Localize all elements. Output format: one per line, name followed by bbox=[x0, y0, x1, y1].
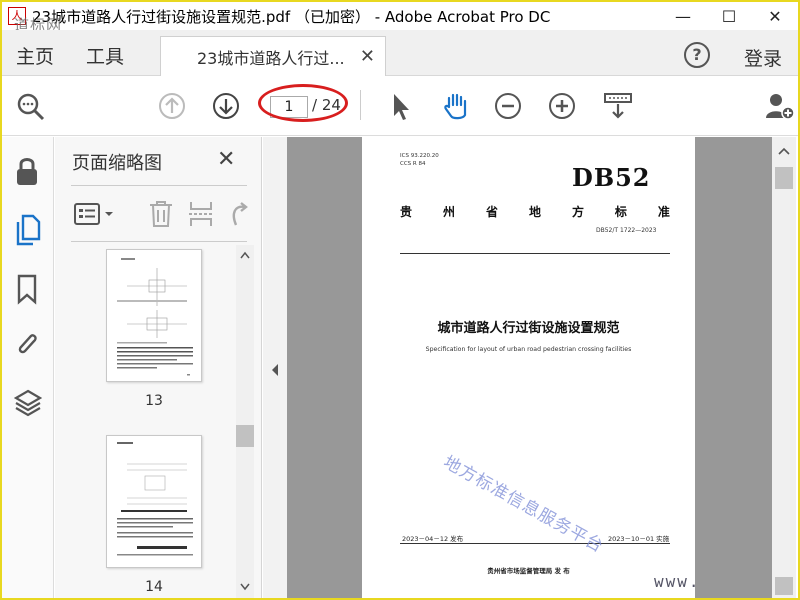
page-thumbnails-icon[interactable] bbox=[14, 213, 42, 247]
panel-divider bbox=[71, 241, 247, 242]
scrollbar-thumb[interactable] bbox=[775, 167, 793, 189]
window-title: 23城市道路人行过街设施设置规范.pdf （已加密） - Adobe Acrob… bbox=[32, 7, 551, 26]
rotate-icon[interactable] bbox=[227, 199, 251, 229]
thumbnail-page-label: 13 bbox=[145, 393, 163, 409]
heading-char: 准 bbox=[657, 205, 670, 219]
login-button[interactable]: 登录 bbox=[744, 44, 782, 71]
document-subtitle: Specification for layout of urban road p… bbox=[425, 346, 632, 353]
left-icon-strip bbox=[2, 137, 54, 598]
issuer: 贵州省市场监督管理局 发 布 bbox=[487, 567, 570, 575]
heading-char: 贵 bbox=[400, 205, 413, 219]
hand-tool-icon[interactable] bbox=[440, 90, 472, 122]
page-thumbnail[interactable] bbox=[106, 249, 202, 382]
close-window-button[interactable]: ✕ bbox=[752, 2, 798, 30]
province-standard-heading: 贵 州 省 地 方 标 准 bbox=[400, 203, 670, 220]
scroll-mode-icon[interactable] bbox=[602, 90, 634, 122]
layers-icon[interactable] bbox=[14, 387, 42, 419]
previous-page-icon[interactable] bbox=[158, 92, 186, 120]
page-rule bbox=[400, 253, 670, 254]
tab-tools[interactable]: 工具 bbox=[86, 42, 124, 69]
document-scrollbar[interactable] bbox=[772, 137, 796, 598]
tab-close-icon[interactable]: ✕ bbox=[360, 46, 375, 67]
page-thumbnail[interactable] bbox=[106, 435, 202, 568]
heading-char: 地 bbox=[528, 205, 541, 219]
panel-divider bbox=[71, 185, 247, 186]
tab-home[interactable]: 主页 bbox=[16, 42, 54, 69]
thumbnail-content bbox=[117, 258, 193, 376]
implement-date: 2023－10－01 实施 bbox=[608, 535, 670, 543]
maximize-button[interactable]: ☐ bbox=[706, 2, 752, 30]
zoom-out-icon[interactable] bbox=[494, 92, 522, 120]
extract-page-icon[interactable] bbox=[187, 199, 215, 229]
thumbnail-scrollbar[interactable] bbox=[236, 245, 254, 598]
ics-code: ICS 93.220.20 bbox=[400, 153, 439, 159]
search-icon[interactable] bbox=[16, 92, 46, 122]
red-highlight-ellipse bbox=[258, 84, 348, 122]
delete-icon[interactable] bbox=[147, 199, 175, 229]
lock-icon[interactable] bbox=[14, 155, 40, 187]
minimize-button[interactable]: — bbox=[660, 2, 706, 30]
thumbnail-panel-close-icon[interactable]: ✕ bbox=[217, 147, 235, 172]
pdf-page: ICS 93.220.20 CCS R 84 DB52 贵 州 省 地 方 标 … bbox=[362, 137, 695, 598]
heading-char: 方 bbox=[571, 205, 584, 219]
panel-collapse-strip[interactable] bbox=[263, 137, 287, 598]
thumbnail-panel-title: 页面缩略图 bbox=[72, 153, 162, 174]
toolbar-divider bbox=[360, 90, 361, 120]
add-user-icon[interactable] bbox=[764, 90, 796, 122]
standard-code: DB52/T 1722—2023 bbox=[596, 227, 657, 234]
toolbar: 1 / 24 bbox=[2, 76, 798, 136]
scroll-up-icon[interactable] bbox=[240, 251, 250, 259]
select-cursor-icon[interactable] bbox=[390, 92, 412, 122]
collapse-left-icon[interactable] bbox=[270, 363, 280, 377]
attachment-icon[interactable] bbox=[14, 329, 42, 361]
heading-char: 州 bbox=[442, 205, 455, 219]
heading-char: 省 bbox=[485, 205, 498, 219]
thumbnail-panel: 页面缩略图 ✕ 13 14 bbox=[55, 137, 262, 598]
page-rule bbox=[400, 543, 670, 544]
document-viewer: ICS 93.220.20 CCS R 84 DB52 贵 州 省 地 方 标 … bbox=[287, 137, 772, 598]
next-page-icon[interactable] bbox=[212, 92, 240, 120]
tab-bar: 主页 工具 23城市道路人行过... ✕ ? 登录 bbox=[2, 30, 798, 77]
scroll-down-icon[interactable] bbox=[240, 583, 250, 591]
thumbnail-page-label: 14 bbox=[145, 579, 163, 595]
scroll-up-icon[interactable] bbox=[778, 147, 790, 155]
heading-char: 标 bbox=[614, 205, 627, 219]
bookmark-icon[interactable] bbox=[14, 273, 40, 305]
db-logo: DB52 bbox=[572, 163, 651, 192]
thumbnail-options-icon[interactable] bbox=[73, 201, 117, 227]
title-bar: 人 23城市道路人行过街设施设置规范.pdf （已加密） - Adobe Acr… bbox=[2, 2, 798, 30]
zoom-in-icon[interactable] bbox=[548, 92, 576, 120]
www-watermark: www. bbox=[654, 572, 701, 591]
ccs-code: CCS R 84 bbox=[400, 161, 426, 167]
document-title: 城市道路人行过街设施设置规范 bbox=[437, 321, 620, 336]
release-date: 2023－04－12 发布 bbox=[402, 535, 464, 543]
tab-document-label: 23城市道路人行过... bbox=[197, 49, 345, 68]
thumbnail-content bbox=[117, 442, 193, 556]
help-icon[interactable]: ? bbox=[684, 42, 710, 68]
scrollbar-lower-block[interactable] bbox=[775, 577, 793, 595]
tab-document[interactable]: 23城市道路人行过... ✕ bbox=[160, 36, 386, 77]
scrollbar-thumb[interactable] bbox=[236, 425, 254, 447]
